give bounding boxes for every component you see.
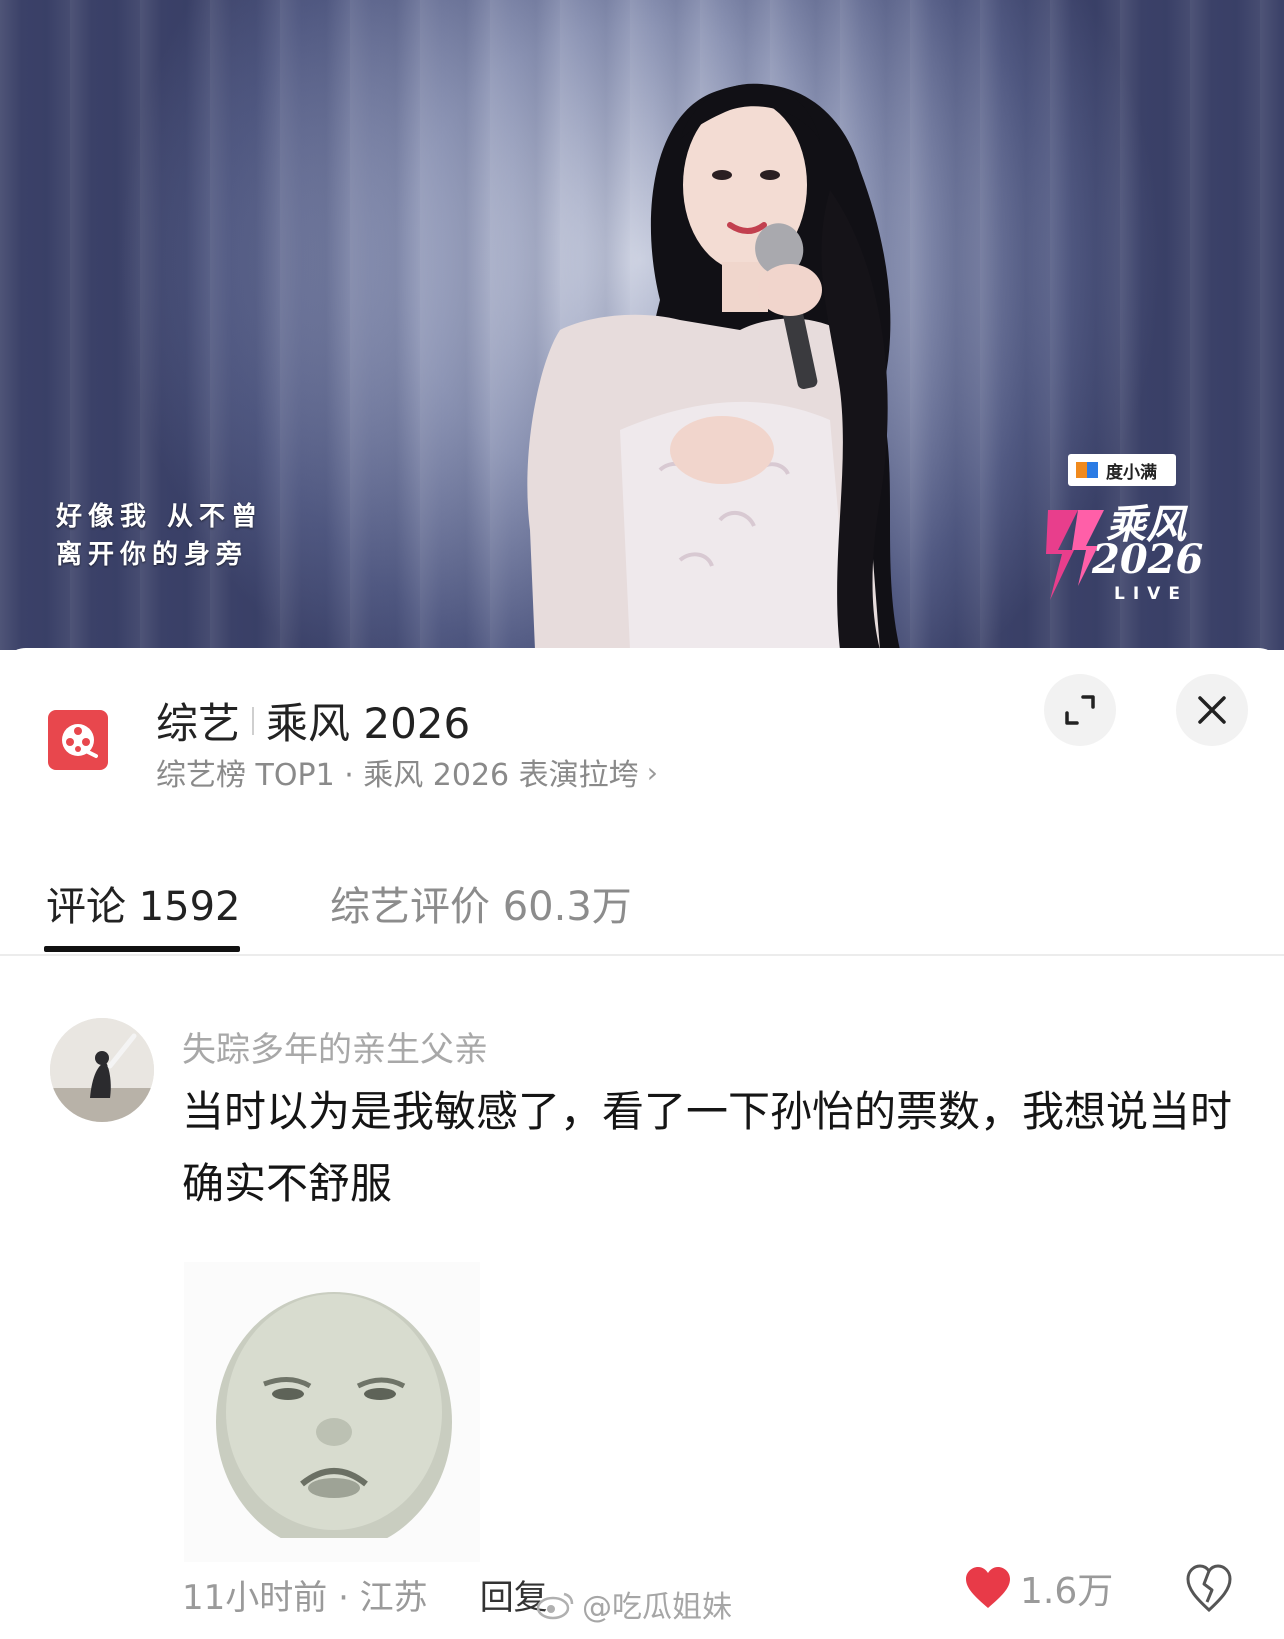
header-title[interactable]: 综艺 乘风 2026 [156,690,470,751]
header-category: 综艺 [156,699,241,748]
expand-icon [1065,695,1095,725]
comments-sheet: 综艺 乘风 2026 综艺榜 TOP1 · 乘风 2026 表演拉垮 › 评论 … [0,648,1284,1639]
ranking-link[interactable]: 综艺榜 TOP1 · 乘风 2026 表演拉垮 › [156,750,658,794]
subtitle-line-2: 离开你的身旁 [56,540,249,570]
comment-meta: 11小时前 · 江苏 回复 [182,1570,548,1619]
active-tab-indicator [44,946,240,952]
ranking-text: 综艺榜 TOP1 · 乘风 2026 表演拉垮 [156,758,639,793]
sponsor-label: 度小满 [1106,462,1157,483]
like-button[interactable]: 1.6万 [964,1562,1113,1614]
chevron-right-icon: › [646,755,658,789]
comment-item: 失踪多年的亲生父亲 当时以为是我敏感了，看了一下孙怡的票数，我想说当时确实不舒服 [0,1018,1284,1638]
film-reel-icon [62,724,98,758]
comment-time-location: 11小时前 · 江苏 [182,1578,428,1618]
video-player[interactable]: 好像我 从不曾 离开你的身旁 度小满 乘风 2026 LIVE [0,0,1284,650]
crying-baby-sticker [184,1262,480,1562]
page: 好像我 从不曾 离开你的身旁 度小满 乘风 2026 LIVE 综艺 乘风 20… [0,0,1284,1639]
show-logo-year: 2026 [1092,536,1204,583]
avatar[interactable] [50,1018,154,1122]
sponsor-badge: 度小满 [1068,454,1176,486]
sponsor-logo-icon [1076,462,1098,478]
heart-icon [966,1567,1010,1608]
close-icon [1198,696,1226,724]
subtitle-line-1: 好像我 从不曾 [56,502,264,532]
tab-bar: 评论 1592 综艺评价 60.3万 [0,846,1284,956]
tab-comments[interactable]: 评论 1592 [46,874,241,932]
tab-variety-review[interactable]: 综艺评价 60.3万 [330,874,632,932]
sticker-image[interactable] [184,1262,480,1562]
avatar-image [50,1018,154,1122]
title-divider [252,706,255,735]
watermark-text: @吃瓜姐妹 [582,1590,732,1625]
comment-text: 当时以为是我敏感了，看了一下孙怡的票数，我想说当时确实不舒服 [182,1087,1233,1208]
close-button[interactable] [1176,674,1248,746]
weibo-logo-icon [536,1592,574,1620]
like-count: 1.6万 [1020,1571,1114,1612]
dislike-button[interactable] [1184,1562,1234,1618]
watermark: @吃瓜姐妹 [536,1582,732,1626]
expand-button[interactable] [1044,674,1116,746]
comment-username[interactable]: 失踪多年的亲生父亲 [182,1022,488,1071]
header-show-name: 乘风 2026 [266,699,471,748]
video-subtitle: 好像我 从不曾 离开你的身旁 [56,498,263,574]
broken-heart-icon [1186,1564,1232,1613]
variety-app-icon[interactable] [48,710,108,770]
show-logo-live: LIVE [1114,584,1188,604]
